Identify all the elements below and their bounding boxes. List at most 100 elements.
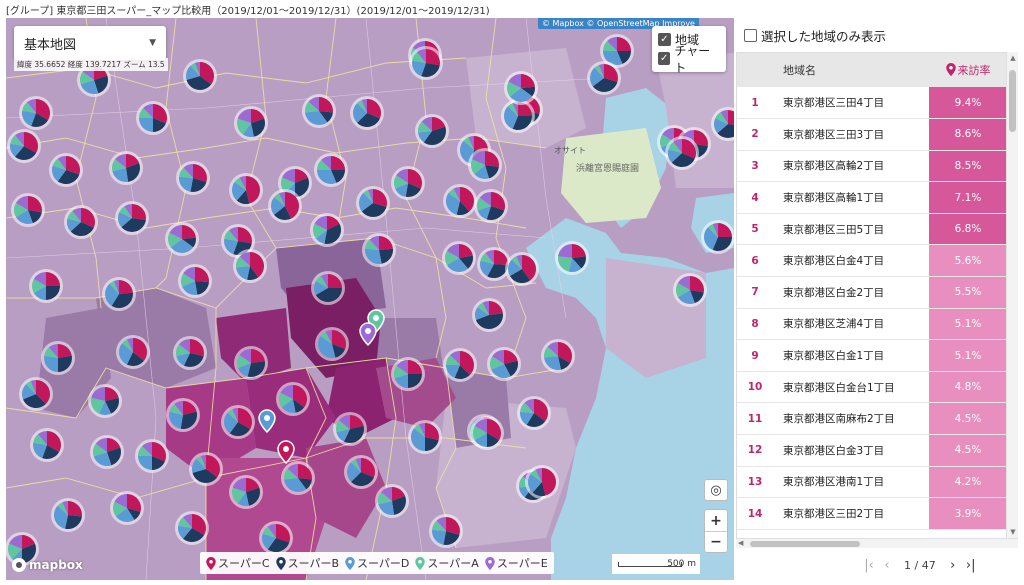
pie-marker: [468, 148, 502, 182]
pie-marker: [429, 514, 463, 548]
pie-marker: [443, 184, 477, 218]
pie-marker: [19, 377, 53, 411]
next-page-button[interactable]: ›: [944, 558, 962, 573]
checkbox-checked-icon[interactable]: ✓: [658, 33, 671, 46]
rank-cell: 7: [751, 286, 759, 299]
table-row[interactable]: 6 東京都港区白金4丁目 5.6%: [737, 244, 1007, 277]
legend-label: スーパーE: [496, 557, 548, 570]
first-page-button[interactable]: |‹: [860, 558, 878, 573]
basemap-select[interactable]: 基本地図 ▼: [14, 26, 166, 60]
pie-marker: [409, 46, 443, 80]
header-rank[interactable]: [737, 53, 773, 87]
area-cell: 東京都港区芝浦4丁目: [783, 318, 885, 331]
pie-marker: [315, 327, 349, 361]
scrollbar-thumb[interactable]: [750, 541, 860, 547]
scale-bar-line: [618, 562, 682, 567]
pie-marker: [90, 435, 124, 469]
area-cell: 東京都港区高輪1丁目: [783, 192, 885, 205]
table-row[interactable]: 13 東京都港区港南1丁目 4.2%: [737, 466, 1007, 498]
selected-only-filter[interactable]: 選択した地域のみ表示: [744, 26, 886, 45]
pie-marker: [136, 101, 170, 135]
checkbox-unchecked-icon[interactable]: [744, 29, 757, 42]
pie-marker: [310, 213, 344, 247]
header-area[interactable]: 地域名: [773, 53, 929, 87]
pie-marker: [234, 106, 268, 140]
table-row[interactable]: 3 東京都港区高輪2丁目 8.5%: [737, 150, 1007, 182]
rate-cell: 5.5%: [929, 276, 1007, 309]
pie-marker: [673, 273, 707, 307]
page-title: [グループ] 東京都三田スーパー_マップ比較用（2019/12/01～2019/…: [6, 6, 490, 17]
rate-cell: 7.1%: [929, 181, 1007, 214]
pie-marker: [504, 71, 538, 105]
page-info: 1 / 47: [904, 558, 936, 572]
table-vertical-scrollbar[interactable]: ▲ ▼: [1006, 52, 1018, 538]
table-row[interactable]: 9 東京都港区白金1丁目 5.1%: [737, 339, 1007, 372]
last-page-button[interactable]: ›|: [962, 558, 980, 573]
table-row[interactable]: 8 東京都港区芝浦4丁目 5.1%: [737, 308, 1007, 340]
legend-item-supa-d: スーパーD: [345, 555, 409, 571]
scroll-left-icon[interactable]: ◀: [738, 539, 743, 547]
rate-cell: 4.5%: [929, 434, 1007, 467]
pie-marker: [221, 405, 255, 439]
pie-marker: [175, 511, 209, 545]
place-label: オサイト: [554, 146, 586, 155]
selected-only-filter-label: 選択した地域のみ表示: [761, 29, 887, 44]
table-row[interactable]: 7 東京都港区白金2丁目 5.5%: [737, 276, 1007, 309]
pie-marker: [281, 461, 315, 495]
rank-cell: 11: [747, 412, 763, 425]
rank-cell: 3: [751, 159, 759, 172]
pie-marker: [176, 161, 210, 195]
table-row[interactable]: 5 東京都港区三田5丁目 6.8%: [737, 213, 1007, 245]
area-cell: 東京都港区白金4丁目: [783, 255, 885, 268]
prev-page-button[interactable]: ‹: [878, 558, 896, 573]
mapbox-logo-text: mapbox: [29, 558, 83, 572]
rank-cell: 6: [751, 254, 759, 267]
table-row[interactable]: 10 東京都港区白金台1丁目 4.8%: [737, 371, 1007, 403]
rank-cell: 12: [747, 444, 763, 457]
header-rate[interactable]: 来訪率: [929, 53, 1007, 87]
area-cell: 東京都港区白金台1丁目: [783, 381, 895, 394]
mapbox-logo[interactable]: mapbox: [12, 558, 83, 572]
toggle-chart[interactable]: ✓ チャート: [658, 44, 720, 75]
table-row[interactable]: 1 東京都港区三田4丁目 9.4%: [737, 87, 1007, 119]
pie-marker: [88, 384, 122, 418]
rate-cell: 5.6%: [929, 244, 1007, 277]
pie-marker: [233, 249, 267, 283]
zoom-in-button[interactable]: +: [705, 510, 727, 531]
pie-marker: [362, 233, 396, 267]
pie-marker: [302, 94, 336, 128]
table-horizontal-scrollbar[interactable]: ◀: [736, 538, 1018, 548]
table-header-row: 地域名 来訪率: [737, 53, 1007, 87]
pie-marker: [64, 205, 98, 239]
pie-marker: [30, 428, 64, 462]
zoom-controls: + −: [704, 509, 728, 553]
pie-marker: [442, 241, 476, 275]
table-row[interactable]: 12 東京都港区白金3丁目 4.5%: [737, 434, 1007, 467]
ranking-table-body: 1 東京都港区三田4丁目 9.4% 2 東京都港区三田3丁目 8.6% 3 東京都港区高輪2丁…: [737, 87, 1007, 530]
pie-marker: [189, 452, 223, 486]
table-row[interactable]: 11 東京都港区南麻布2丁目 4.5%: [737, 402, 1007, 435]
ranking-table: 地域名 来訪率 1 東京都港区三田4丁目 9.4% 2 東京都港区三田3丁目 8.6% 3 東…: [737, 53, 1007, 530]
rank-cell: 5: [751, 223, 759, 236]
pie-marker: [391, 166, 425, 200]
map-canvas[interactable]: 浜離宮恩賜庭園 オサイト: [6, 18, 734, 580]
map-pin-icon: [206, 556, 216, 570]
table-row[interactable]: 2 東京都港区三田3丁目 8.6%: [737, 118, 1007, 151]
pie-marker: [314, 153, 348, 187]
rate-cell: 5.1%: [929, 339, 1007, 372]
legend-item-supa-a: スーパーA: [415, 555, 479, 571]
rank-cell: 8: [751, 317, 759, 330]
scrollbar-thumb[interactable]: [1009, 70, 1016, 132]
table-row[interactable]: 4 東京都港区高輪1丁目 7.1%: [737, 181, 1007, 214]
zoom-out-button[interactable]: −: [705, 531, 727, 552]
scroll-down-icon[interactable]: ▼: [1008, 528, 1018, 536]
scroll-up-icon[interactable]: ▲: [1008, 54, 1018, 62]
checkbox-checked-icon[interactable]: ✓: [658, 52, 671, 65]
pie-marker: [166, 398, 200, 432]
area-cell: 東京都港区高輪2丁目: [783, 160, 885, 173]
locate-button[interactable]: ◎: [704, 479, 728, 501]
basemap-select-value: 基本地図: [24, 37, 77, 53]
map-view[interactable]: 浜離宮恩賜庭園 オサイト © Mapbox © OpenStreetMap Im…: [6, 18, 734, 580]
table-row[interactable]: 14 東京都港区三田2丁目 3.9%: [737, 497, 1007, 530]
rank-cell: 9: [751, 349, 759, 362]
